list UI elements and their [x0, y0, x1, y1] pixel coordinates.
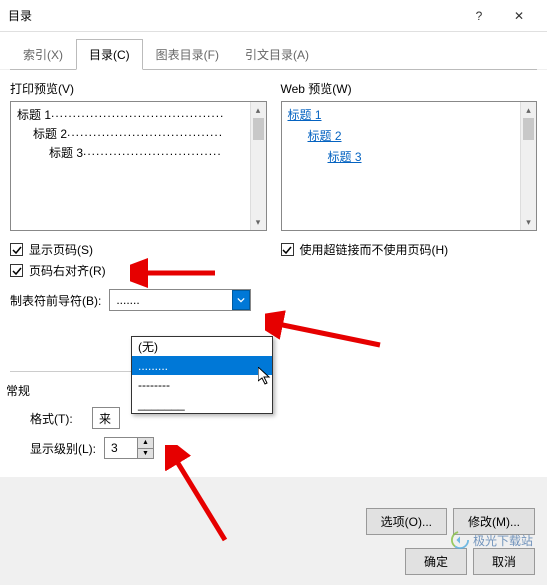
print-preview-label: 打印预览(V): [10, 80, 267, 97]
tab-figures[interactable]: 图表目录(F): [143, 39, 232, 70]
levels-spinner[interactable]: 3 ▲ ▼: [104, 437, 154, 459]
web-link: 标题 3: [288, 148, 531, 165]
close-button[interactable]: ✕: [499, 0, 539, 32]
dropdown-option[interactable]: _______: [132, 394, 272, 413]
cancel-button[interactable]: 取消: [473, 548, 535, 575]
toc-text: 标题 3: [49, 144, 83, 161]
web-link: 标题 2: [288, 127, 531, 144]
toc-text: 标题 2: [33, 125, 67, 142]
dropdown-option[interactable]: --------: [132, 375, 272, 394]
watermark: 极光下载站: [451, 531, 533, 549]
scrollbar[interactable]: ▴ ▾: [520, 102, 536, 230]
tab-index[interactable]: 索引(X): [10, 39, 76, 70]
levels-label: 显示级别(L):: [30, 440, 96, 457]
tab-leader-label: 制表符前导符(B):: [10, 292, 101, 309]
spinner-up-icon[interactable]: ▲: [138, 438, 153, 449]
right-align-label: 页码右对齐(R): [29, 262, 106, 279]
web-preview-box: 标题 1 标题 2 标题 3 ▴ ▾: [281, 101, 538, 231]
right-align-checkbox[interactable]: [10, 264, 23, 277]
format-label: 格式(T):: [30, 410, 84, 427]
show-page-numbers-checkbox[interactable]: [10, 243, 23, 256]
dropdown-option[interactable]: (无): [132, 337, 272, 356]
tab-toc[interactable]: 目录(C): [76, 39, 143, 70]
help-button[interactable]: ?: [459, 0, 499, 32]
use-hyperlinks-checkbox[interactable]: [281, 243, 294, 256]
dialog-title: 目录: [8, 7, 459, 24]
logo-icon: [451, 531, 469, 549]
dropdown-option[interactable]: .........: [132, 356, 272, 375]
format-combo[interactable]: 来: [92, 407, 120, 429]
scrollbar[interactable]: ▴ ▾: [250, 102, 266, 230]
print-preview-box: 标题 1 ...................................…: [10, 101, 267, 231]
cursor-icon: [258, 367, 274, 390]
options-button[interactable]: 选项(O)...: [366, 508, 447, 535]
tab-citations[interactable]: 引文目录(A): [232, 39, 322, 70]
web-preview-label: Web 预览(W): [281, 80, 538, 97]
chevron-down-icon[interactable]: [232, 290, 250, 310]
tab-leader-combo[interactable]: .......: [109, 289, 251, 311]
use-hyperlinks-label: 使用超链接而不使用页码(H): [300, 241, 449, 258]
spinner-down-icon[interactable]: ▼: [138, 449, 153, 459]
ok-button[interactable]: 确定: [405, 548, 467, 575]
toc-text: 标题 1: [17, 106, 51, 123]
web-link: 标题 1: [288, 106, 531, 123]
tab-leader-dropdown[interactable]: (无) ......... -------- _______: [131, 336, 273, 414]
show-page-numbers-label: 显示页码(S): [29, 241, 93, 258]
